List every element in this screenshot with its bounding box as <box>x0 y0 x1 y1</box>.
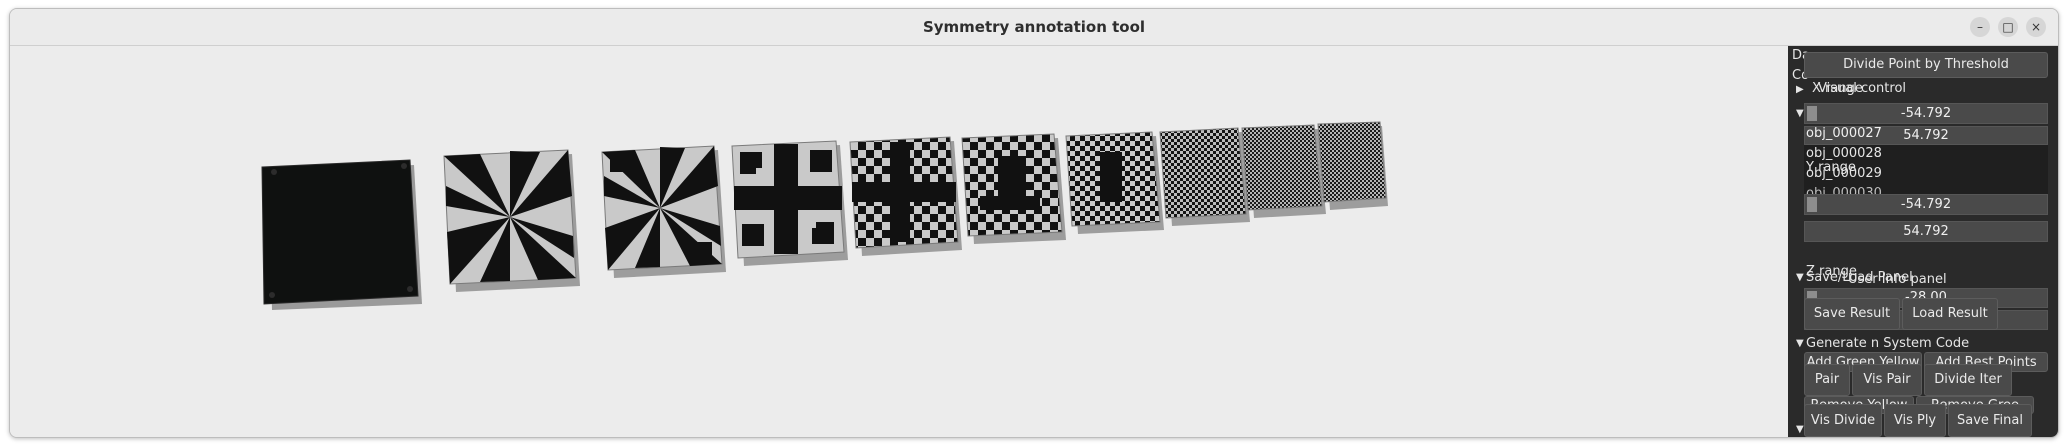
x-min-slider[interactable]: -54.792 <box>1804 103 2048 124</box>
divide-iter-button[interactable]: Divide Iter <box>1924 364 2012 396</box>
visual-control-expand-icon[interactable]: ▶ <box>1796 84 1804 95</box>
vis-ply-button[interactable]: Vis Ply <box>1884 404 1946 437</box>
scene-canvas[interactable] <box>10 46 1788 437</box>
object-cube-10[interactable] <box>1317 121 1388 210</box>
generate-collapse-icon[interactable]: ▼ <box>1796 338 1804 349</box>
object-cube-4[interactable] <box>731 140 848 266</box>
vis-pair-button[interactable]: Vis Pair <box>1852 364 1922 396</box>
user-info-panel-header[interactable]: User Info panel <box>1848 272 1947 287</box>
3d-viewport[interactable] <box>10 46 1788 437</box>
object-list-item-28[interactable]: obj_000028 <box>1806 146 1882 161</box>
y-min-slider-thumb[interactable] <box>1807 197 1817 212</box>
close-icon[interactable]: × <box>2026 17 2046 37</box>
object-cube-9[interactable] <box>1241 124 1326 218</box>
control-panel: Da Co Divide Point by Threshold ▶ X rang… <box>1788 46 2058 437</box>
y-min-value: -54.792 <box>1900 197 1952 212</box>
x-max-value: 54.792 <box>1903 128 1949 143</box>
object-cube-2[interactable] <box>443 149 580 292</box>
visual-control-header[interactable]: Visual control <box>1818 81 1906 96</box>
title-bar: Symmetry annotation tool – □ × <box>10 9 2058 46</box>
generate-system-code-header: Generate n System Code <box>1806 336 1970 351</box>
save-result-button[interactable]: Save Result <box>1804 298 1900 330</box>
x-range-collapse-icon[interactable]: ▼ <box>1796 108 1804 119</box>
x-min-value: -54.792 <box>1900 106 1952 121</box>
object-cube-3[interactable] <box>601 145 726 278</box>
object-list-item-27[interactable]: obj_000027 <box>1806 126 1882 141</box>
save-final-button[interactable]: Save Final <box>1948 404 2032 437</box>
object-cube-6[interactable] <box>961 133 1066 244</box>
app-window: Symmetry annotation tool – □ × Da Co Div… <box>9 8 2059 438</box>
maximize-icon[interactable]: □ <box>1998 17 2018 37</box>
vis-divide-button[interactable]: Vis Divide <box>1804 404 1882 437</box>
object-cube-7[interactable] <box>1065 131 1164 234</box>
object-cube-1[interactable] <box>261 159 422 310</box>
object-cube-8[interactable] <box>1159 127 1250 226</box>
window-title: Symmetry annotation tool <box>922 18 1146 36</box>
load-result-button[interactable]: Load Result <box>1902 298 1998 330</box>
x-min-slider-thumb[interactable] <box>1807 106 1817 121</box>
minimize-icon[interactable]: – <box>1970 17 1990 37</box>
object-cube-5[interactable] <box>849 136 962 256</box>
y-max-slider[interactable]: 54.792 <box>1804 221 2048 242</box>
divide-point-by-threshold-button[interactable]: Divide Point by Threshold <box>1804 52 2048 78</box>
y-min-slider[interactable]: -54.792 <box>1804 194 2048 215</box>
y-max-value: 54.792 <box>1903 224 1949 239</box>
more-collapse-icon[interactable]: ▼ <box>1796 424 1804 435</box>
pair-button[interactable]: Pair <box>1804 364 1850 396</box>
save-load-collapse-icon[interactable]: ▼ <box>1796 272 1804 283</box>
object-list-item-29[interactable]: obj_000029 <box>1806 166 1882 181</box>
